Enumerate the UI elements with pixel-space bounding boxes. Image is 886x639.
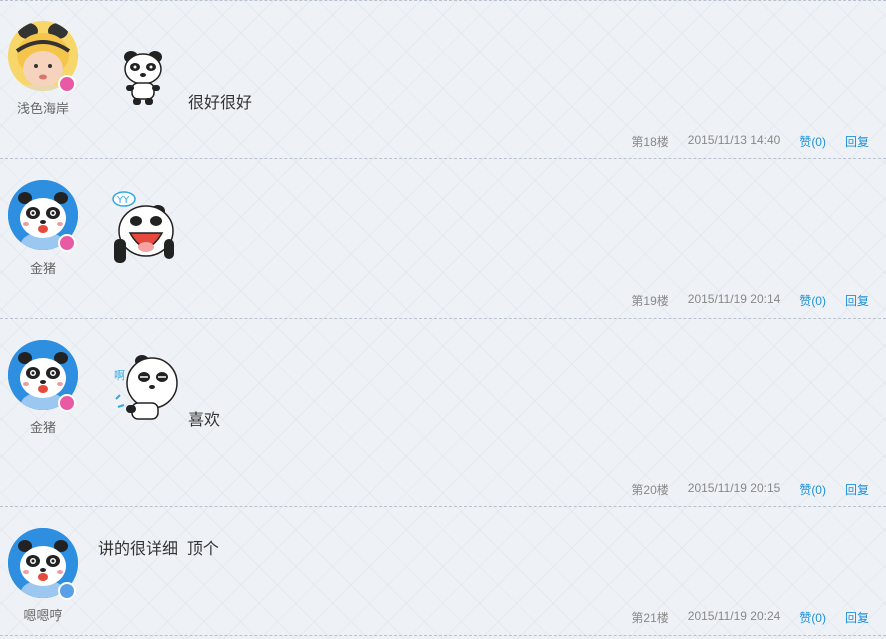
post-time: 2015/11/19 20:15 <box>687 481 781 495</box>
username[interactable]: 浅色海岸 <box>0 98 86 117</box>
like-button[interactable]: 赞(0) <box>799 609 826 626</box>
post-meta: 第18楼 2015/11/13 14:40 赞(0) 回复 <box>631 133 869 150</box>
vip-badge <box>58 75 76 93</box>
floor-number: 第19楼 <box>631 294 669 308</box>
panda-sticker <box>118 49 168 112</box>
like-button[interactable]: 赞(0) <box>799 481 826 498</box>
like-button[interactable]: 赞(0) <box>799 133 826 150</box>
comment-text: 很好很好 <box>188 95 253 112</box>
post-20: 金猪 啊 喜欢 第20楼 2015/11/19 20:15 赞(0) 回复 <box>0 318 886 507</box>
username[interactable]: 嗯嗯哼 <box>0 605 86 624</box>
panda-laughing-sticker: YY <box>108 189 180 272</box>
post-time: 2015/11/13 14:40 <box>687 133 781 147</box>
vip-badge <box>58 394 76 412</box>
svg-text:啊: 啊 <box>114 369 125 382</box>
reply-button[interactable]: 回复 <box>845 292 869 309</box>
reply-button[interactable]: 回复 <box>845 133 869 150</box>
comment-text: 喜欢 <box>188 412 221 429</box>
post-21: 嗯嗯哼 讲的很详细 顶个 第21楼 2015/11/19 20:24 赞(0) … <box>0 506 886 636</box>
svg-text:YY: YY <box>116 195 130 206</box>
vip-badge <box>58 234 76 252</box>
username[interactable]: 金猪 <box>0 258 86 277</box>
vip-badge <box>58 582 76 600</box>
reply-button[interactable]: 回复 <box>845 609 869 626</box>
post-meta: 第19楼 2015/11/19 20:14 赞(0) 回复 <box>631 292 869 309</box>
post-19: 金猪 YY 第19楼 2015/11/19 20:14 赞(0) 回复 <box>0 158 886 319</box>
floor-number: 第18楼 <box>631 135 669 149</box>
post-time: 2015/11/19 20:14 <box>687 292 781 306</box>
reply-button[interactable]: 回复 <box>845 481 869 498</box>
floor-number: 第20楼 <box>631 483 669 497</box>
post-time: 2015/11/19 20:24 <box>687 609 781 623</box>
post-meta: 第21楼 2015/11/19 20:24 赞(0) 回复 <box>631 609 869 626</box>
username[interactable]: 金猪 <box>0 417 86 436</box>
post-18: 浅色海岸 很好很好 第18楼 2015/11/13 14:40 赞(0) 回复 <box>0 0 886 159</box>
post-meta: 第20楼 2015/11/19 20:15 赞(0) 回复 <box>631 481 869 498</box>
floor-number: 第21楼 <box>631 611 669 625</box>
panda-shy-sticker: 啊 <box>112 353 180 430</box>
like-button[interactable]: 赞(0) <box>799 292 826 309</box>
comment-text: 讲的很详细 顶个 <box>98 541 219 558</box>
